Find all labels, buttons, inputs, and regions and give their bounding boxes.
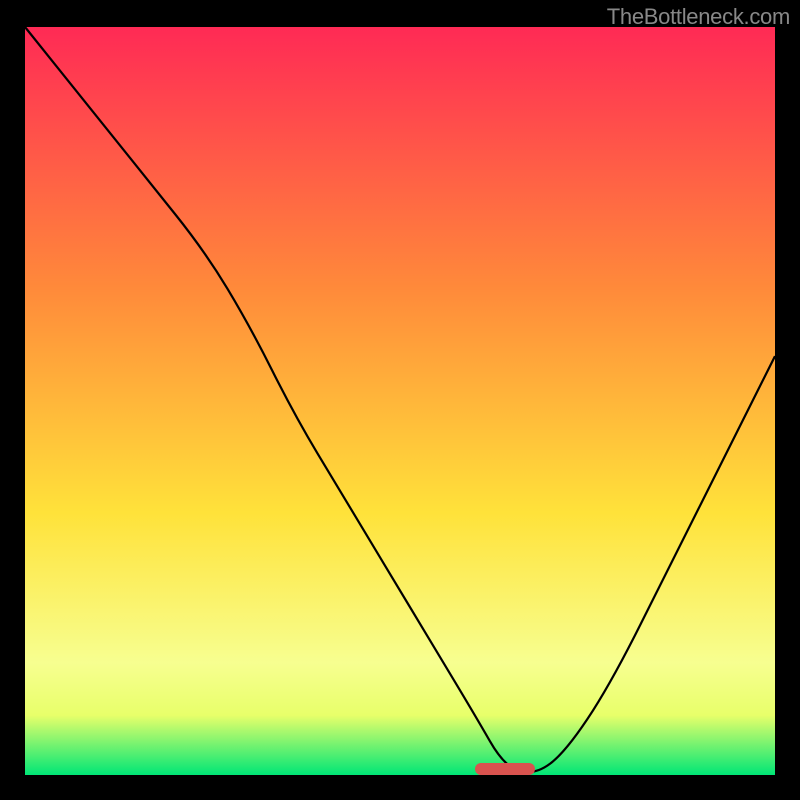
curve-path — [25, 27, 775, 772]
bottleneck-curve — [25, 27, 775, 775]
optimum-marker — [475, 763, 535, 775]
plot-frame — [25, 27, 775, 775]
watermark-text: TheBottleneck.com — [607, 4, 790, 30]
